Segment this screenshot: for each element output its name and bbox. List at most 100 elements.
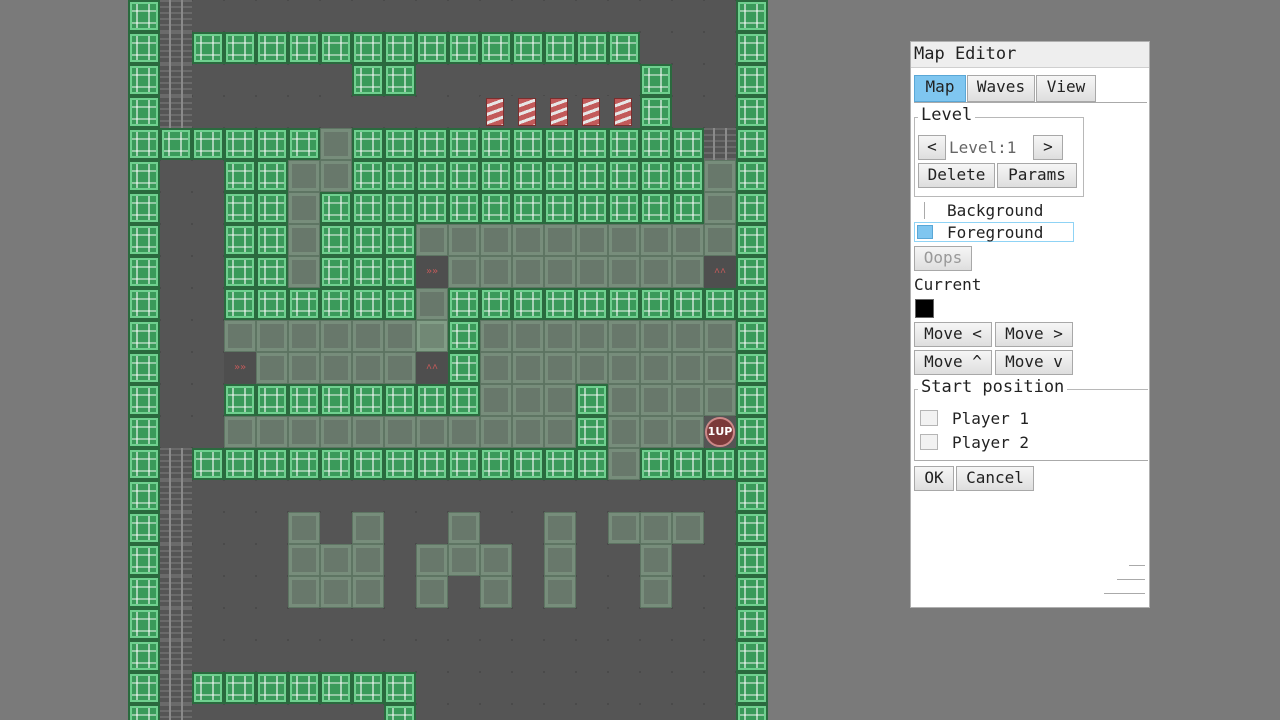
wall-tile [608, 32, 640, 64]
ghost-tile [608, 320, 640, 352]
previous-level-button[interactable]: < [918, 135, 946, 160]
ghost-tile [608, 448, 640, 480]
move-right-button[interactable]: Move > [995, 322, 1073, 347]
wall-tile [192, 672, 224, 704]
wall-tile [352, 160, 384, 192]
ghost-tile [512, 320, 544, 352]
wall-tile [320, 672, 352, 704]
ghost-tile [480, 352, 512, 384]
ghost-tile [288, 256, 320, 288]
ghost-tile [480, 224, 512, 256]
ghost-tile [512, 352, 544, 384]
ghost-tile [416, 320, 448, 352]
wall-tile [736, 224, 768, 256]
wall-tile [384, 224, 416, 256]
wall-tile [416, 32, 448, 64]
wall-tile [128, 416, 160, 448]
player-2-checkbox[interactable] [920, 434, 938, 450]
wall-tile [384, 128, 416, 160]
ghost-tile [384, 320, 416, 352]
level-map-canvas[interactable]: »» ˄˄ »» ˄˄ 1UP [128, 0, 768, 720]
wall-tile [352, 384, 384, 416]
foreground-layer-option[interactable]: Foreground [947, 223, 1043, 242]
ghost-tile [544, 384, 576, 416]
ghost-tile [640, 352, 672, 384]
move-left-button[interactable]: Move < [914, 322, 992, 347]
wall-tile [416, 192, 448, 224]
wall-tile [448, 32, 480, 64]
wall-tile [352, 32, 384, 64]
tab-view[interactable]: View [1036, 75, 1096, 102]
move-down-button[interactable]: Move v [995, 350, 1073, 375]
ghost-tile [288, 224, 320, 256]
ghost-tile [352, 544, 384, 576]
wall-tile [640, 64, 672, 96]
ghost-tile [480, 576, 512, 608]
cancel-button[interactable]: Cancel [956, 466, 1034, 491]
rail-tile [160, 576, 192, 608]
wall-tile [736, 64, 768, 96]
wall-tile [736, 160, 768, 192]
wall-tile [384, 256, 416, 288]
wall-tile [160, 128, 192, 160]
wall-tile [416, 160, 448, 192]
current-label: Current [914, 275, 982, 294]
ghost-tile [512, 256, 544, 288]
wall-tile [352, 224, 384, 256]
oops-undo-button[interactable]: Oops [914, 246, 972, 271]
wall-tile [736, 352, 768, 384]
wall-tile [224, 448, 256, 480]
ghost-tile [608, 352, 640, 384]
next-level-button[interactable]: > [1033, 135, 1063, 160]
rail-tile [160, 544, 192, 576]
delete-level-button[interactable]: Delete [918, 163, 995, 188]
spring-tile [576, 96, 608, 128]
start-position-title: Start position [918, 377, 1068, 397]
extra-life-pickup: 1UP [705, 417, 735, 447]
ghost-tile [640, 416, 672, 448]
background-layer-option[interactable]: Background [947, 201, 1043, 220]
wall-tile [288, 128, 320, 160]
wall-tile [320, 288, 352, 320]
wall-tile [256, 448, 288, 480]
ghost-tile [288, 512, 320, 544]
ghost-tile [544, 256, 576, 288]
wall-tile [128, 704, 160, 720]
ghost-tile [608, 384, 640, 416]
wall-tile [256, 192, 288, 224]
ghost-tile [512, 416, 544, 448]
start-position-group [914, 389, 1148, 461]
player-1-checkbox[interactable] [920, 410, 938, 426]
wall-tile [736, 256, 768, 288]
tab-waves[interactable]: Waves [967, 75, 1035, 102]
wall-tile [352, 672, 384, 704]
wall-tile [672, 192, 704, 224]
current-color-swatch[interactable] [915, 299, 934, 318]
ghost-tile [480, 384, 512, 416]
wall-tile [704, 288, 736, 320]
wall-tile [736, 128, 768, 160]
wall-tile [480, 448, 512, 480]
level-group-title: Level [918, 105, 976, 125]
ghost-tile [288, 320, 320, 352]
wall-tile [128, 32, 160, 64]
wall-tile [128, 192, 160, 224]
ok-button[interactable]: OK [914, 466, 954, 491]
ghost-tile [416, 576, 448, 608]
ghost-tile [704, 160, 736, 192]
wall-tile [128, 288, 160, 320]
ghost-tile [544, 576, 576, 608]
ghost-tile [544, 352, 576, 384]
tab-divider [914, 102, 1147, 103]
wall-tile [736, 576, 768, 608]
tab-map[interactable]: Map [914, 75, 966, 102]
wall-tile [128, 672, 160, 704]
wall-tile [640, 96, 672, 128]
params-button[interactable]: Params [997, 163, 1077, 188]
wall-tile [128, 256, 160, 288]
ghost-tile [320, 160, 352, 192]
wall-tile [128, 640, 160, 672]
wall-tile [736, 544, 768, 576]
move-up-button[interactable]: Move ^ [914, 350, 992, 375]
ghost-tile [672, 256, 704, 288]
